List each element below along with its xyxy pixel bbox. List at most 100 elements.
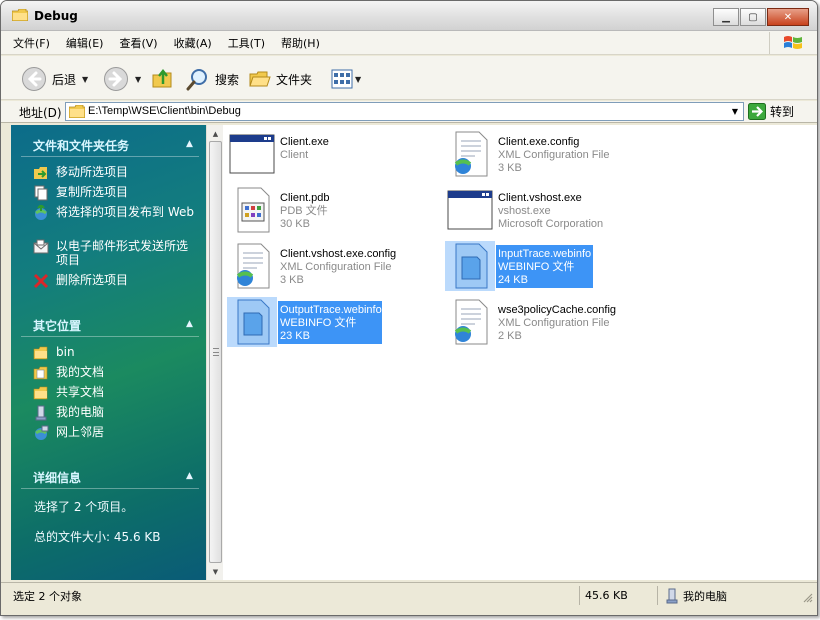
windows-logo-icon bbox=[769, 32, 815, 54]
shared-documents-icon bbox=[33, 386, 48, 400]
address-path: E:\Temp\WSE\Client\bin\Debug bbox=[88, 105, 241, 117]
webinfo-file-icon bbox=[455, 243, 488, 289]
file-item[interactable]: Client.exe Client bbox=[223, 129, 428, 179]
divider bbox=[21, 336, 199, 337]
address-input[interactable]: E:\Temp\WSE\Client\bin\Debug ▼ bbox=[65, 102, 744, 121]
collapse-chevron-icon[interactable]: ▲ bbox=[186, 139, 193, 149]
folder-icon bbox=[33, 346, 48, 360]
place-shared-documents-item[interactable]: 共享文档 bbox=[33, 385, 198, 401]
forward-dropdown-icon[interactable]: ▼ bbox=[135, 75, 141, 84]
pdb-file-icon bbox=[237, 187, 270, 233]
views-button[interactable]: ▼ bbox=[331, 66, 361, 92]
window-title: Debug bbox=[34, 9, 78, 23]
delete-x-icon bbox=[33, 273, 49, 289]
minimize-icon: ▁ bbox=[722, 11, 730, 23]
xml-config-icon bbox=[236, 243, 270, 289]
task-copy-item[interactable]: 复制所选项目 bbox=[33, 185, 198, 201]
file-item[interactable]: Client.pdb PDB 文件 30 KB bbox=[223, 185, 428, 235]
exe-window-icon bbox=[229, 134, 275, 174]
scroll-thumb[interactable] bbox=[209, 141, 222, 563]
address-label: 地址(D) bbox=[19, 106, 62, 120]
toolbar: 后退 ▼ ▼ 搜索 文件夹 ▼ bbox=[1, 56, 817, 100]
search-button[interactable]: 搜索 bbox=[186, 66, 239, 92]
search-label: 搜索 bbox=[215, 72, 240, 87]
go-arrow-icon bbox=[748, 103, 766, 120]
back-button[interactable]: 后退 ▼ bbox=[21, 66, 88, 92]
go-button[interactable]: 转到 bbox=[748, 103, 794, 120]
details-title[interactable]: 详细信息 bbox=[33, 469, 81, 486]
xml-config-icon bbox=[454, 299, 488, 345]
my-documents-icon bbox=[33, 366, 48, 380]
maximize-button[interactable]: ▢ bbox=[740, 8, 766, 26]
file-item[interactable]: wse3policyCache.config XML Configuration… bbox=[441, 297, 646, 347]
folders-button[interactable]: 文件夹 bbox=[249, 66, 312, 92]
place-my-documents-item[interactable]: 我的文档 bbox=[33, 365, 198, 381]
other-places-title[interactable]: 其它位置 bbox=[33, 317, 81, 334]
divider bbox=[21, 488, 199, 489]
menu-view[interactable]: 查看(V) bbox=[119, 35, 157, 51]
views-dropdown-icon[interactable]: ▼ bbox=[355, 75, 361, 84]
views-grid-icon bbox=[331, 69, 353, 89]
place-my-computer-item[interactable]: 我的电脑 bbox=[33, 405, 198, 421]
network-places-icon bbox=[35, 425, 49, 440]
menu-tools[interactable]: 工具(T) bbox=[228, 35, 265, 51]
task-move-item[interactable]: 移动所选项目 bbox=[33, 165, 198, 181]
resize-grip-icon[interactable] bbox=[801, 591, 813, 603]
menu-help[interactable]: 帮助(H) bbox=[281, 35, 320, 51]
forward-button[interactable]: ▼ bbox=[103, 66, 141, 92]
scroll-up-icon[interactable]: ▲ bbox=[208, 126, 223, 141]
my-computer-icon bbox=[666, 588, 678, 603]
folders-icon bbox=[249, 71, 271, 87]
menu-favorites[interactable]: 收藏(A) bbox=[174, 35, 212, 51]
details-total-size: 总的文件大小: 45.6 KB bbox=[34, 530, 161, 544]
divider bbox=[657, 586, 658, 605]
explorer-window: Debug ▁ ▢ ✕ 文件(F) 编辑(E) 查看(V) 收藏(A) 工具(T… bbox=[0, 0, 818, 616]
exe-window-icon bbox=[447, 190, 493, 230]
menu-bar: 文件(F) 编辑(E) 查看(V) 收藏(A) 工具(T) 帮助(H) bbox=[1, 31, 817, 55]
close-button[interactable]: ✕ bbox=[767, 8, 809, 26]
back-arrow-icon bbox=[22, 67, 46, 91]
collapse-chevron-icon[interactable]: ▲ bbox=[186, 319, 193, 329]
place-bin-item[interactable]: bin bbox=[33, 345, 198, 361]
forward-arrow-icon bbox=[104, 67, 128, 91]
folder-icon bbox=[12, 9, 28, 21]
collapse-chevron-icon[interactable]: ▲ bbox=[186, 471, 193, 481]
file-item-selected[interactable]: InputTrace.webinfo WEBINFO 文件 24 KB bbox=[441, 241, 646, 291]
webinfo-file-icon bbox=[237, 299, 270, 345]
vertical-scrollbar[interactable]: ▲ ▼ bbox=[206, 125, 223, 580]
minimize-button[interactable]: ▁ bbox=[713, 8, 739, 26]
up-folder-icon bbox=[152, 68, 172, 88]
status-selection: 选定 2 个对象 bbox=[13, 589, 82, 603]
file-item-selected[interactable]: OutputTrace.webinfo WEBINFO 文件 23 KB bbox=[223, 297, 428, 347]
email-icon bbox=[33, 239, 49, 254]
task-publish-web-item[interactable]: 将选择的项目发布到 Web bbox=[33, 205, 198, 221]
folders-label: 文件夹 bbox=[276, 72, 313, 87]
details-selection-count: 选择了 2 个项目。 bbox=[34, 500, 134, 514]
task-delete-item[interactable]: 删除所选项目 bbox=[33, 273, 198, 289]
title-bar[interactable]: Debug ▁ ▢ ✕ bbox=[1, 1, 817, 31]
file-list-view[interactable]: Client.exe Client Client.exe.config XML … bbox=[223, 125, 817, 580]
xml-config-icon bbox=[454, 131, 488, 177]
maximize-icon: ▢ bbox=[748, 11, 758, 23]
grip-icon bbox=[213, 348, 219, 356]
scroll-down-icon[interactable]: ▼ bbox=[208, 564, 223, 579]
place-network-item[interactable]: 网上邻居 bbox=[33, 425, 198, 441]
file-tasks-title[interactable]: 文件和文件夹任务 bbox=[33, 137, 129, 154]
task-email-item[interactable]: 以电子邮件形式发送所选项目 bbox=[33, 239, 198, 267]
status-location: 我的电脑 bbox=[665, 586, 727, 605]
file-item[interactable]: Client.vshost.exe vshost.exe Microsoft C… bbox=[441, 185, 646, 235]
back-label: 后退 bbox=[52, 72, 77, 87]
back-dropdown-icon[interactable]: ▼ bbox=[82, 75, 88, 84]
address-bar: 地址(D) E:\Temp\WSE\Client\bin\Debug ▼ 转到 bbox=[1, 101, 817, 123]
file-item[interactable]: Client.vshost.exe.config XML Configurati… bbox=[223, 241, 428, 291]
menu-edit[interactable]: 编辑(E) bbox=[66, 35, 104, 51]
file-item[interactable]: Client.exe.config XML Configuration File… bbox=[441, 129, 646, 179]
go-label: 转到 bbox=[770, 105, 795, 119]
up-folder-button[interactable] bbox=[151, 66, 175, 92]
status-bar: 选定 2 个对象 45.6 KB 我的电脑 bbox=[1, 582, 817, 606]
status-size: 45.6 KB bbox=[585, 589, 628, 602]
menu-file[interactable]: 文件(F) bbox=[13, 35, 50, 51]
divider bbox=[579, 586, 580, 605]
my-computer-icon bbox=[35, 405, 47, 421]
address-dropdown-icon[interactable]: ▼ bbox=[727, 103, 743, 120]
